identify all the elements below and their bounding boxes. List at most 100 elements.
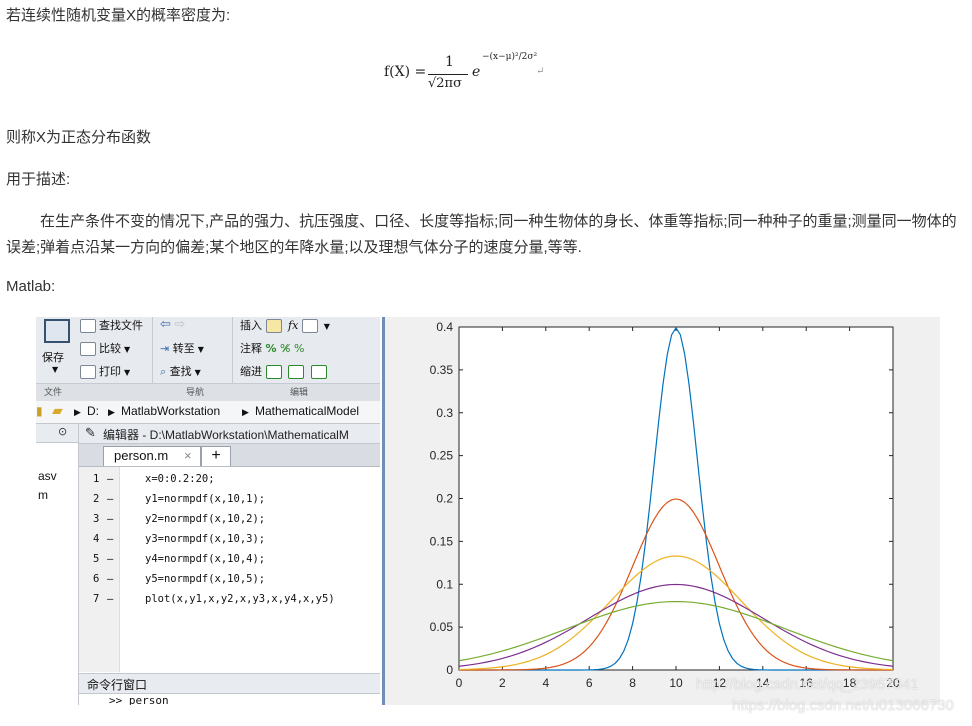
find-files-label: 查找文件 bbox=[99, 319, 143, 332]
save-button[interactable]: 保存 ▼ bbox=[42, 319, 70, 374]
insert-button[interactable]: 插入 fx ▼ bbox=[240, 317, 330, 333]
code-line[interactable]: y3=normpdf(x,10,3); bbox=[145, 533, 265, 545]
x-tick-label: 0 bbox=[456, 676, 463, 690]
y-tick-label: 0.1 bbox=[436, 577, 453, 591]
command-prompt-line[interactable]: >> person bbox=[109, 694, 169, 705]
y-tick-label: 0.35 bbox=[430, 363, 454, 377]
formula-exponent: −(x−μ)²/2σ² bbox=[482, 52, 538, 62]
breakpoint-marker[interactable]: — bbox=[107, 573, 113, 585]
find-button[interactable]: ⌕ 查找 ▼ bbox=[160, 363, 201, 379]
code-line[interactable]: y4=normpdf(x,10,4); bbox=[145, 553, 265, 565]
code-line[interactable]: plot(x,y1,x,y2,x,y3,x,y4,x,y5) bbox=[145, 593, 335, 605]
print-label: 打印 bbox=[99, 365, 121, 378]
find-files-button[interactable]: 查找文件 bbox=[80, 317, 143, 333]
y-tick-label: 0.2 bbox=[436, 492, 453, 506]
y-tick-label: 0.05 bbox=[430, 620, 454, 634]
code-line[interactable]: y5=normpdf(x,10,5); bbox=[145, 573, 265, 585]
tab-person-m[interactable]: person.m × bbox=[103, 446, 201, 466]
decrease-indent-icon bbox=[310, 365, 327, 379]
save-icon bbox=[44, 319, 70, 343]
find-label: 查找 bbox=[169, 365, 192, 378]
editor-ribbon: 保存 ▼ 查找文件 比较 ▼ 打印 ▼ ⇦ ⇨ ⇥ 转至 ▼ ⌕ 查找 ▼ 插入 fx … bbox=[36, 317, 380, 401]
editor-panel: ✎ 编辑器 - D:\MatlabWorkstation\Mathematica… bbox=[79, 424, 380, 705]
command-window-header: 命令行窗口 bbox=[79, 673, 380, 694]
path-drive[interactable]: D: bbox=[87, 404, 99, 418]
ribbon-divider bbox=[232, 317, 233, 383]
x-tick-label: 10 bbox=[669, 676, 683, 690]
normal-pdf-plot: 0 2 4 6 8 10 12 14 16 18 2000.050.10.150.20.250.30… bbox=[430, 320, 900, 690]
group-file-label: 文件 bbox=[44, 388, 63, 398]
x-tick-label: 6 bbox=[586, 676, 593, 690]
ribbon-group-bar bbox=[36, 383, 380, 401]
current-folder-header: ⊙ bbox=[36, 424, 78, 443]
definition-text: 则称X为正态分布函数 bbox=[6, 129, 152, 146]
matlab-heading: Matlab: bbox=[6, 278, 56, 295]
command-window-title: 命令行窗口 bbox=[87, 678, 148, 692]
close-icon[interactable]: × bbox=[184, 448, 192, 463]
insert-icon bbox=[265, 319, 282, 333]
formula-lhs: f(X) = bbox=[384, 64, 427, 80]
figure-window: 0 2 4 6 8 10 12 14 16 18 20 0 0.05 0.1 0.15 0.2 0.25 0.3 0… bbox=[382, 317, 940, 705]
chevron-right-icon: ▶ bbox=[108, 407, 115, 417]
breakpoint-marker[interactable]: — bbox=[107, 493, 113, 505]
path-folder-workstation[interactable]: MatlabWorkstation bbox=[121, 404, 220, 418]
folder-icon: ▰ bbox=[52, 402, 63, 418]
chevron-down-icon: ▼ bbox=[323, 322, 330, 331]
line-number: 4 bbox=[93, 533, 100, 545]
wrap-comment-icon: % bbox=[293, 342, 305, 355]
intro-text: 若连续性随机变量X的概率密度为: bbox=[6, 7, 231, 24]
folder-icon: ▮ bbox=[36, 404, 43, 418]
compare-icon bbox=[80, 342, 96, 356]
line-gutter bbox=[79, 467, 120, 672]
line-number: 7 bbox=[93, 593, 100, 605]
print-button[interactable]: 打印 ▼ bbox=[80, 363, 130, 379]
goto-label: 转至 bbox=[172, 342, 195, 355]
goto-button[interactable]: ⇥ 转至 ▼ bbox=[160, 340, 204, 356]
y-tick-label: 0.15 bbox=[430, 534, 454, 548]
group-nav-label: 导航 bbox=[186, 388, 205, 398]
usage-heading: 用于描述: bbox=[6, 171, 71, 188]
editor-title-bar: ✎ 编辑器 - D:\MatlabWorkstation\Mathematica… bbox=[79, 424, 380, 444]
watermark-line-2: https://blog.csdn.net/u013066730 bbox=[732, 697, 954, 714]
comment-label: 注释 bbox=[240, 342, 262, 355]
y-tick-label: 0.25 bbox=[430, 449, 454, 463]
formula-fraction-bar bbox=[428, 74, 468, 75]
y-tick-label: 0.4 bbox=[436, 320, 453, 334]
return-mark-icon: ↵ bbox=[536, 66, 545, 77]
back-forward-buttons[interactable]: ⇦ ⇨ bbox=[160, 317, 185, 332]
breakpoint-marker[interactable]: — bbox=[107, 593, 113, 605]
group-edit-label: 编辑 bbox=[290, 388, 309, 398]
goto-icon: ⇥ bbox=[160, 342, 170, 355]
file-item[interactable]: m bbox=[38, 488, 48, 502]
y-tick-label: 0 bbox=[446, 663, 453, 677]
chevron-down-icon: ▼ bbox=[124, 345, 131, 354]
file-item[interactable]: asv bbox=[38, 469, 57, 483]
code-line[interactable]: x=0:0.2:20; bbox=[145, 473, 215, 485]
breakpoint-marker[interactable]: — bbox=[107, 533, 113, 545]
code-area[interactable]: 1 — x=0:0.2:20; 2 — y1=normpdf(x,10,1); 3 — y2=n… bbox=[79, 467, 380, 672]
code-line[interactable]: y1=normpdf(x,10,1); bbox=[145, 493, 265, 505]
indent-button[interactable]: 缩进 bbox=[240, 363, 330, 379]
code-line[interactable]: y2=normpdf(x,10,2); bbox=[145, 513, 265, 525]
panel-menu-icon[interactable]: ⊙ bbox=[58, 425, 67, 438]
find-files-icon bbox=[80, 319, 96, 333]
breakpoint-marker[interactable]: — bbox=[107, 513, 113, 525]
compare-button[interactable]: 比较 ▼ bbox=[80, 340, 130, 356]
uncomment-icon: %̸ bbox=[280, 342, 291, 355]
compare-label: 比较 bbox=[99, 342, 121, 355]
new-tab-button[interactable]: + bbox=[201, 446, 231, 466]
breakpoint-marker[interactable]: — bbox=[107, 553, 113, 565]
comment-icon: % bbox=[265, 342, 277, 355]
path-bar[interactable]: ▮ ▰ ▶ D: ▶ MatlabWorkstation ▶ Mathemati… bbox=[36, 401, 380, 424]
normal-pdf-formula: f(X) = 1 √2πσ e −(x−μ)²/2σ² ↵ bbox=[384, 52, 544, 100]
x-tick-label: 2 bbox=[499, 676, 506, 690]
breakpoint-marker[interactable]: — bbox=[107, 473, 113, 485]
editor-title: 编辑器 - D:\MatlabWorkstation\MathematicalM bbox=[103, 428, 349, 442]
line-number: 3 bbox=[93, 513, 100, 525]
ribbon-divider bbox=[152, 317, 153, 383]
line-number: 6 bbox=[93, 573, 100, 585]
usage-description: 在生产条件不变的情况下,产品的强力、抗压强度、口径、长度等指标;同一种生物体的身… bbox=[6, 213, 957, 256]
y-tick-label: 0.3 bbox=[436, 406, 453, 420]
path-folder-model[interactable]: MathematicalModel bbox=[255, 404, 359, 418]
comment-button[interactable]: 注释 % %̸ % bbox=[240, 340, 304, 356]
